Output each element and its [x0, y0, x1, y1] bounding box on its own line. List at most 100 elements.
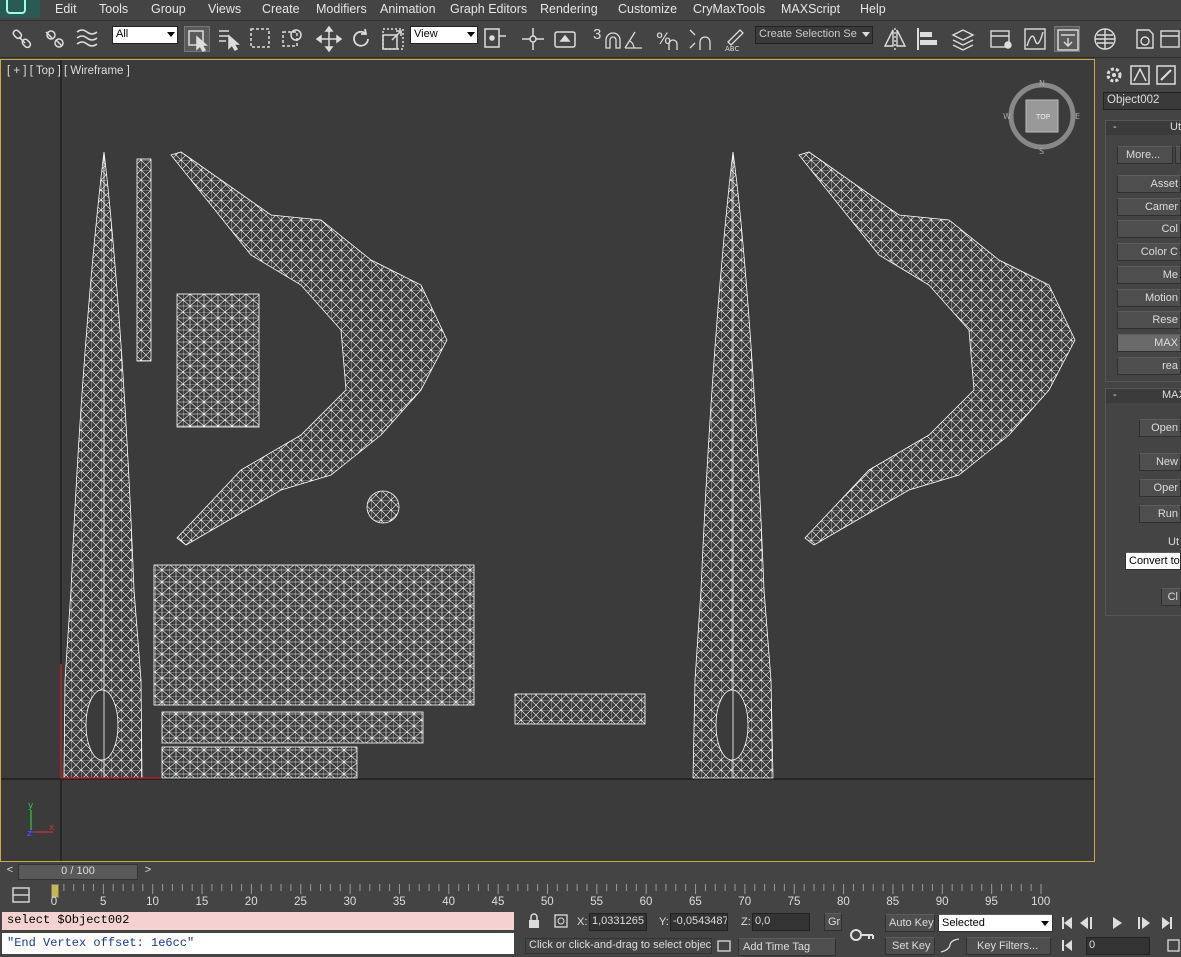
menu-maxscript[interactable]: MAXScript	[781, 2, 840, 16]
render-frame-icon[interactable]	[1158, 26, 1181, 52]
application-button[interactable]	[0, 0, 40, 18]
key-icon[interactable]	[848, 922, 876, 948]
menu-tools[interactable]: Tools	[99, 2, 128, 16]
menu-modifiers[interactable]: Modifiers	[316, 2, 367, 16]
selected-dropdown[interactable]: Selected	[938, 914, 1053, 932]
close-button[interactable]: Cl	[1161, 588, 1181, 606]
select-object-icon[interactable]	[184, 26, 210, 52]
top-viewport[interactable]: [ + ] [ Top ] [ Wireframe ] y x z TOP N …	[0, 59, 1095, 862]
menu-create[interactable]: Create	[262, 2, 300, 16]
listener-command-line[interactable]: select $Object002	[2, 912, 514, 930]
open-listener-button[interactable]: Open	[1139, 419, 1181, 437]
sets-button[interactable]	[1175, 146, 1181, 164]
frame-tick-label: 25	[294, 896, 307, 908]
open-script-button[interactable]: Oper	[1139, 479, 1181, 497]
render-setup-icon[interactable]	[1132, 26, 1158, 52]
lock-icon[interactable]	[527, 913, 541, 929]
utilities-icon[interactable]	[1155, 64, 1177, 86]
z-coordinate-field[interactable]: 0,0	[752, 913, 810, 931]
utilities-dropdown[interactable]: Convert to	[1125, 552, 1181, 570]
default-in-out-tangent-icon[interactable]	[938, 937, 962, 954]
menu-customize[interactable]: Customize	[618, 2, 677, 16]
maxscript-rollout-header[interactable]: -MAX	[1106, 389, 1181, 403]
schematic-view-icon[interactable]	[1054, 26, 1080, 52]
key-filters-button[interactable]: Key Filters...	[966, 937, 1051, 955]
frame-tick-label: 45	[491, 896, 505, 908]
frame-tick-label: 35	[392, 896, 406, 908]
scale-icon[interactable]	[380, 26, 406, 52]
reset-xform-button[interactable]: Rese	[1117, 311, 1181, 329]
angle-snap-icon[interactable]	[622, 26, 648, 52]
curve-editor-icon[interactable]	[1022, 26, 1048, 52]
keyboard-shortcut-icon[interactable]	[552, 26, 578, 52]
y-coordinate-field[interactable]: -0,0543487	[670, 913, 728, 931]
named-selection-dropdown[interactable]: Create Selection Se	[755, 26, 873, 44]
mirror-icon[interactable]	[882, 26, 908, 52]
time-slider[interactable]: 0 / 100	[18, 864, 138, 880]
menu-graph-editors[interactable]: Graph Editors	[450, 2, 527, 16]
display-icon[interactable]	[1129, 64, 1151, 86]
menu-help[interactable]: Help	[860, 2, 886, 16]
mini-curve-editor-icon[interactable]	[10, 884, 32, 906]
material-editor-icon[interactable]	[1092, 26, 1118, 52]
maxscript-mini-listener[interactable]: select $Object002 "End Vertex offset: 1e…	[0, 910, 516, 954]
run-script-button[interactable]: Run	[1139, 505, 1181, 523]
menu-rendering[interactable]: Rendering	[540, 2, 598, 16]
current-frame-field[interactable]: 0	[1086, 937, 1150, 955]
use-pivot-icon[interactable]	[482, 26, 508, 52]
menu-crymaxtools[interactable]: CryMaxTools	[693, 2, 765, 16]
rotate-icon[interactable]	[348, 26, 374, 52]
select-and-manipulate-icon[interactable]	[520, 26, 546, 52]
layer-manager-icon[interactable]	[950, 26, 976, 52]
listener-output-line[interactable]: "End Vertex offset: 1e6cc"	[2, 933, 514, 954]
asset-tracking-button[interactable]: Asset	[1117, 175, 1181, 193]
absolute-mode-icon[interactable]	[553, 913, 569, 929]
new-script-button[interactable]: New	[1139, 453, 1181, 471]
reactor-button[interactable]: rea	[1117, 357, 1181, 375]
utilities-sublabel: Ut	[1168, 536, 1179, 548]
link-icon[interactable]	[10, 26, 36, 52]
grid-button[interactable]: Gr	[824, 913, 842, 931]
time-slider-next[interactable]: >	[140, 864, 156, 880]
more-button[interactable]: More...	[1117, 146, 1173, 164]
measure-button[interactable]: Me	[1117, 266, 1181, 284]
rectangular-selection-icon[interactable]	[248, 26, 274, 52]
color-clipboard-button[interactable]: Color C	[1117, 243, 1181, 261]
grip-mesh-small	[161, 746, 358, 779]
prompt-line: Click or click-and-drag to select object…	[525, 938, 712, 954]
object-name-field[interactable]: Object002	[1103, 92, 1181, 110]
motion-capture-button[interactable]: Motion	[1117, 289, 1181, 307]
percent-snap-icon[interactable]: %	[654, 26, 680, 52]
menu-animation[interactable]: Animation	[380, 2, 436, 16]
unlink-icon[interactable]	[42, 26, 68, 52]
menu-group[interactable]: Group	[151, 2, 186, 16]
time-configuration-icon[interactable]	[1166, 937, 1181, 954]
graphite-ribbon-icon[interactable]	[988, 26, 1014, 52]
key-mode-toggle-icon[interactable]	[1058, 937, 1084, 954]
menu-views[interactable]: Views	[208, 2, 241, 16]
add-time-tag-button[interactable]: Add Time Tag	[738, 938, 836, 956]
collapse-button[interactable]: Col	[1117, 220, 1181, 238]
time-slider-prev[interactable]: <	[2, 864, 18, 880]
align-icon[interactable]	[914, 26, 940, 52]
spinner-snap-icon[interactable]	[686, 26, 712, 52]
gear-icon[interactable]	[1103, 64, 1125, 86]
auto-key-button[interactable]: Auto Key	[885, 914, 935, 932]
menu-edit[interactable]: Edit	[55, 2, 77, 16]
window-crossing-icon[interactable]	[280, 26, 306, 52]
x-coordinate-field[interactable]: 1,0331265	[589, 913, 647, 931]
set-key-button[interactable]: Set Key	[885, 937, 935, 955]
axis-x-label: x	[49, 823, 55, 833]
maxscript-button[interactable]: MAX	[1117, 334, 1181, 352]
select-by-name-icon[interactable]	[216, 26, 242, 52]
selection-filter-dropdown[interactable]: All	[112, 26, 178, 44]
edit-named-selection-icon[interactable]: ABC	[722, 26, 748, 52]
compass-south: S	[1039, 147, 1044, 156]
playback-controls	[1058, 913, 1181, 933]
frame-tick-label: 70	[738, 896, 752, 908]
bind-space-warp-icon[interactable]	[74, 26, 100, 52]
reference-coordinate-dropdown[interactable]: View	[410, 26, 478, 44]
camera-match-button[interactable]: Camer	[1117, 198, 1181, 216]
move-icon[interactable]	[316, 26, 342, 52]
utilities-rollout-header[interactable]: - Ut	[1106, 121, 1181, 135]
